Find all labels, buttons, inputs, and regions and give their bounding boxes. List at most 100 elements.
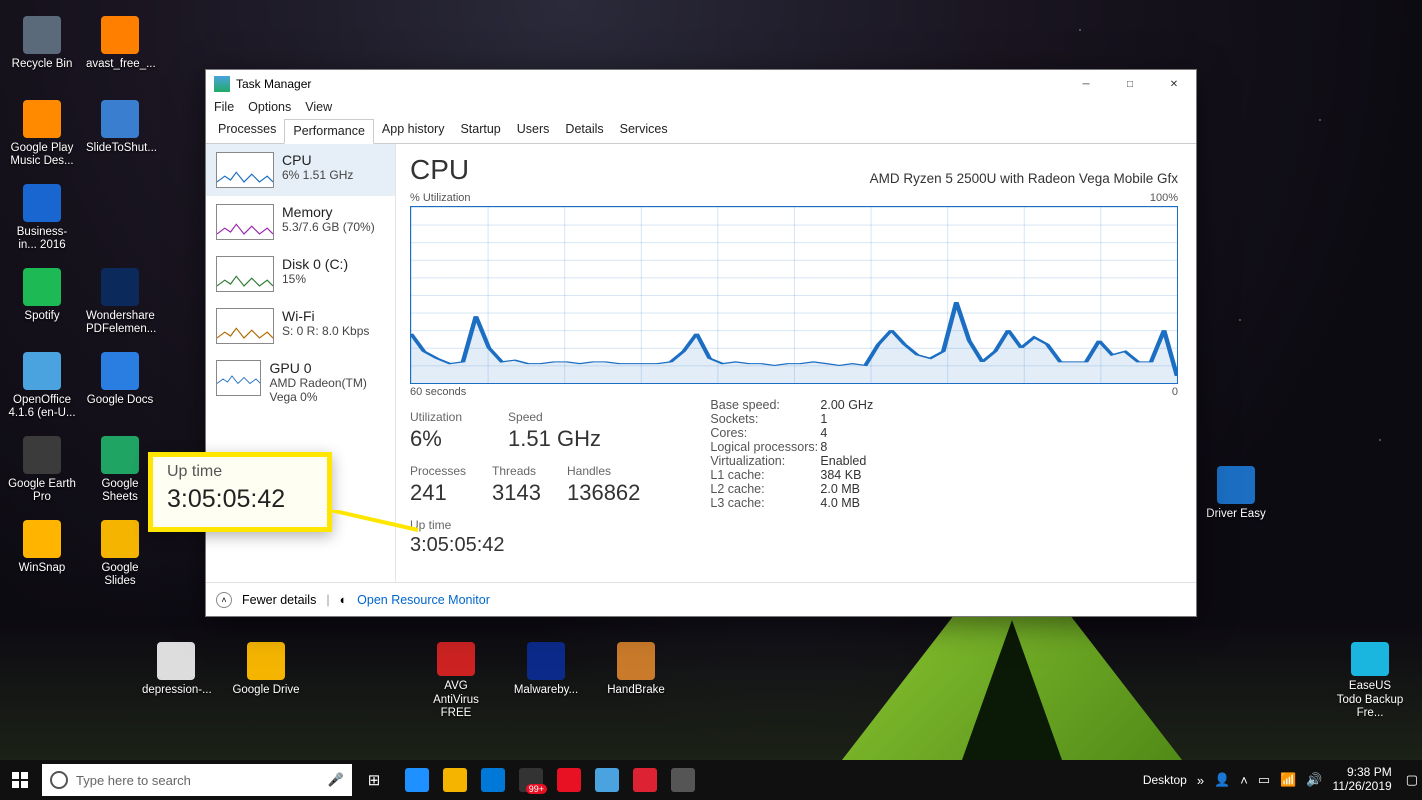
maximize-button[interactable]: □: [1108, 70, 1152, 98]
window-footer: ˄ Fewer details | ◐ Open Resource Monito…: [206, 582, 1196, 616]
notifications-icon[interactable]: ▢: [1406, 772, 1418, 788]
titlebar[interactable]: Task Manager ─ □ ✕: [206, 70, 1196, 98]
search-box[interactable]: Type here to search 🎤: [42, 764, 352, 796]
sidebar-item-memory[interactable]: Memory5.3/7.6 GB (70%): [206, 196, 395, 248]
sidebar-item-sub: AMD Radeon(TM) Vega 0%: [269, 376, 385, 404]
taskbar-app[interactable]: [664, 760, 702, 800]
desktop-icon[interactable]: Business-in... 2016: [6, 178, 78, 262]
tab-processes[interactable]: Processes: [210, 118, 284, 143]
tray-time: 9:38 PM: [1333, 766, 1392, 780]
sidebar-item-cpu[interactable]: CPU6% 1.51 GHz: [206, 144, 395, 196]
desktop-icon[interactable]: Google Drive: [230, 636, 302, 720]
desktop-icon[interactable]: WinSnap: [6, 514, 78, 598]
sidebar-item-title: CPU: [282, 152, 353, 168]
people-icon[interactable]: 👤: [1214, 772, 1230, 788]
spec-value: 2.0 MB: [820, 482, 860, 496]
desktop-icon[interactable]: AVG AntiVirus FREE: [420, 636, 492, 720]
uptime-label: Up time: [410, 518, 640, 532]
spec-value: 384 KB: [820, 468, 861, 482]
stat-value: 6%: [410, 426, 462, 452]
desktop-icon[interactable]: OpenOffice 4.1.6 (en-U...: [6, 346, 78, 430]
taskbar-app[interactable]: 99+: [512, 760, 550, 800]
chart-label-left: % Utilization: [410, 192, 471, 204]
performance-panel: CPU AMD Ryzen 5 2500U with Radeon Vega M…: [396, 144, 1196, 582]
chart-axis-left: 60 seconds: [410, 386, 466, 398]
desktop-icon[interactable]: SlideToShut...: [84, 94, 156, 178]
desktop-icon[interactable]: avast_free_...: [84, 10, 156, 94]
desktop-icon-easeus[interactable]: EaseUS Todo Backup Fre...: [1334, 636, 1406, 720]
spec-value: 8: [820, 440, 827, 454]
task-view-button[interactable]: ⊞: [354, 760, 394, 800]
sidebar-item-wi-fi[interactable]: Wi-FiS: 0 R: 8.0 Kbps: [206, 300, 395, 352]
tab-details[interactable]: Details: [557, 118, 611, 143]
spec-value: 4: [820, 426, 827, 440]
desktop-icon[interactable]: Google Play Music Des...: [6, 94, 78, 178]
desktop-icon-label: Google Sheets: [86, 478, 154, 504]
desktop-icon-label: Google Drive: [232, 684, 299, 697]
volume-icon[interactable]: 🔊: [1306, 772, 1322, 788]
desktop-icon-label: Spotify: [24, 310, 59, 323]
taskbar-app[interactable]: [588, 760, 626, 800]
desktop-icon[interactable]: Google Earth Pro: [6, 430, 78, 514]
desktop-icon[interactable]: Recycle Bin: [6, 10, 78, 94]
window-title: Task Manager: [236, 77, 1064, 91]
desktop-icon-label: Recycle Bin: [12, 58, 73, 71]
tray-clock[interactable]: 9:38 PM 11/26/2019: [1333, 766, 1392, 794]
sidebar-item-title: Disk 0 (C:): [282, 256, 348, 272]
taskbar-app[interactable]: [550, 760, 588, 800]
desktop-icon-label: Business-in... 2016: [8, 226, 76, 252]
sidebar-item-gpu-0[interactable]: GPU 0AMD Radeon(TM) Vega 0%: [206, 352, 395, 412]
desktop-icon-label: Driver Easy: [1206, 508, 1265, 521]
desktop-icon[interactable]: depression-...: [140, 636, 212, 720]
cpu-model: AMD Ryzen 5 2500U with Radeon Vega Mobil…: [870, 171, 1178, 186]
spec-key: Logical processors:: [710, 440, 820, 454]
chevron-up-icon[interactable]: ˄: [216, 592, 232, 608]
desktop-icon-driver-easy[interactable]: Driver Easy: [1200, 460, 1272, 544]
tab-performance[interactable]: Performance: [284, 119, 374, 144]
chevron-up-icon[interactable]: ˄: [1240, 773, 1248, 788]
desktop-icon-label: Malwareby...: [514, 684, 578, 697]
taskbar-app[interactable]: [436, 760, 474, 800]
desktop-icon[interactable]: Google Slides: [84, 514, 156, 598]
desktop-icon-label: Google Docs: [87, 394, 153, 407]
start-button[interactable]: [0, 760, 40, 800]
sidebar-item-disk-0-c-[interactable]: Disk 0 (C:)15%: [206, 248, 395, 300]
chart-label-right: 100%: [1150, 192, 1178, 204]
taskbar-app[interactable]: [474, 760, 512, 800]
spec-key: Cores:: [710, 426, 820, 440]
tab-users[interactable]: Users: [509, 118, 558, 143]
desktop-icon[interactable]: Wondershare PDFelemen...: [84, 262, 156, 346]
desktop-icon-label: OpenOffice 4.1.6 (en-U...: [8, 394, 76, 420]
open-resource-monitor-link[interactable]: Open Resource Monitor: [357, 593, 490, 607]
battery-icon[interactable]: ▭: [1258, 772, 1270, 788]
desktop-icon[interactable]: Spotify: [6, 262, 78, 346]
overflow-icon[interactable]: »: [1197, 773, 1204, 788]
resource-monitor-icon: ◐: [340, 593, 348, 607]
tab-app-history[interactable]: App history: [374, 118, 453, 143]
mic-icon[interactable]: 🎤: [328, 772, 344, 788]
spec-value: Enabled: [820, 454, 866, 468]
stat-label: Utilization: [410, 410, 462, 424]
taskbar-app[interactable]: [398, 760, 436, 800]
desktop-icon[interactable]: HandBrake: [600, 636, 672, 720]
spec-value: 2.00 GHz: [820, 398, 873, 412]
close-button[interactable]: ✕: [1152, 70, 1196, 98]
menu-file[interactable]: File: [214, 100, 234, 114]
menu-view[interactable]: View: [305, 100, 332, 114]
tab-services[interactable]: Services: [612, 118, 676, 143]
menu-options[interactable]: Options: [248, 100, 291, 114]
system-tray: Desktop » 👤 ˄ ▭ 📶 🔊 9:38 PM 11/26/2019 ▢: [1143, 766, 1422, 794]
desktop-icon[interactable]: Google Sheets: [84, 430, 156, 514]
tab-startup[interactable]: Startup: [452, 118, 508, 143]
sidebar-item-title: GPU 0: [269, 360, 385, 376]
wifi-icon[interactable]: 📶: [1280, 772, 1296, 788]
spec-key: L1 cache:: [710, 468, 820, 482]
minimize-button[interactable]: ─: [1064, 70, 1108, 98]
tray-desktop-label[interactable]: Desktop: [1143, 773, 1187, 787]
desktop-icon[interactable]: Malwareby...: [510, 636, 582, 720]
taskbar-app[interactable]: [626, 760, 664, 800]
desktop-icons-bottom-left: depression-... Google Drive: [140, 636, 302, 720]
desktop-icon[interactable]: Google Docs: [84, 346, 156, 430]
stat-value: 136862: [567, 480, 640, 506]
fewer-details-link[interactable]: Fewer details: [242, 593, 316, 607]
